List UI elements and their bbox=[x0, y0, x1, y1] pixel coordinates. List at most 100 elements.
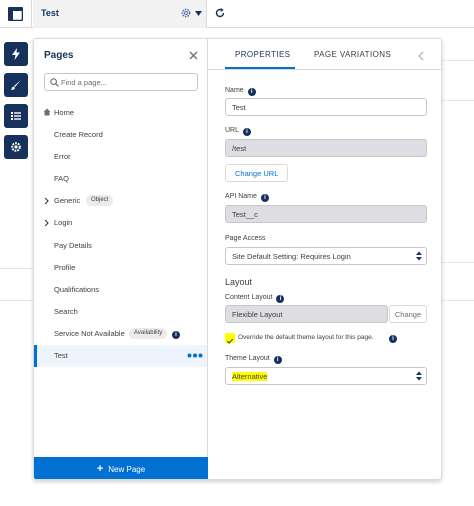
page-item-label: Service Not Available bbox=[54, 329, 125, 338]
pages-title: Pages bbox=[44, 50, 74, 61]
toolbar-divider bbox=[31, 0, 32, 28]
chevron-down-icon[interactable] bbox=[195, 11, 202, 16]
canvas-line bbox=[442, 262, 474, 263]
url-label: URL i bbox=[225, 127, 252, 136]
page-item-error[interactable]: Error bbox=[34, 146, 207, 168]
rail-components-button[interactable] bbox=[4, 42, 28, 66]
builder-rail bbox=[4, 42, 28, 166]
page-access-select[interactable]: Site Default Setting: Requires Login bbox=[225, 247, 427, 265]
search-icon bbox=[50, 78, 59, 87]
page-item-test[interactable]: Test bbox=[34, 345, 207, 367]
home-icon bbox=[43, 108, 51, 116]
current-page-title: Test bbox=[41, 8, 59, 18]
page-item-pay-details[interactable]: Pay Details bbox=[34, 235, 207, 257]
plus-icon: + bbox=[96, 462, 104, 475]
page-item-qualifications[interactable]: Qualifications bbox=[34, 279, 207, 301]
info-icon[interactable]: i bbox=[260, 194, 269, 202]
content-layout-label: Content Layout i bbox=[225, 294, 285, 303]
canvas-line bbox=[0, 268, 33, 269]
url-field: /test bbox=[225, 139, 427, 157]
brush-icon bbox=[11, 80, 21, 90]
page-item-label: Pay Details bbox=[54, 241, 92, 250]
active-tab-indicator bbox=[225, 67, 295, 69]
page-item-label: Home bbox=[54, 108, 75, 117]
page-item-generic[interactable]: Generic Object bbox=[34, 190, 207, 212]
page-item-label: Create Record bbox=[54, 130, 103, 139]
chevron-left-icon[interactable] bbox=[418, 51, 424, 61]
page-item-label: Test bbox=[54, 351, 68, 360]
rail-settings-button[interactable] bbox=[4, 135, 28, 159]
info-icon[interactable]: i bbox=[276, 295, 285, 303]
page-item-profile[interactable]: Profile bbox=[34, 257, 207, 279]
name-field[interactable]: Test bbox=[225, 98, 427, 116]
info-icon[interactable]: i bbox=[389, 335, 397, 343]
page-item-label: Login bbox=[54, 218, 73, 227]
chevron-right-icon[interactable] bbox=[44, 219, 49, 227]
content-layout-field: Flexible Layout bbox=[225, 305, 388, 323]
info-icon[interactable]: i bbox=[172, 331, 180, 339]
api-name-field: Test__c bbox=[225, 205, 427, 223]
page-access-label: Page Access bbox=[225, 235, 266, 242]
page-picker[interactable]: Test bbox=[33, 0, 207, 28]
new-page-label: New Page bbox=[108, 464, 146, 474]
settings-gear-icon bbox=[11, 142, 21, 152]
theme-layout-label-text: Theme Layout bbox=[225, 355, 270, 362]
rail-theme-button[interactable] bbox=[4, 73, 28, 97]
page-item-label: Error bbox=[54, 152, 71, 161]
list-icon bbox=[11, 112, 21, 120]
theme-layout-select[interactable]: Alternative bbox=[225, 367, 427, 385]
page-item-label: Generic bbox=[54, 196, 81, 205]
info-icon[interactable]: i bbox=[247, 88, 256, 96]
canvas-line bbox=[442, 100, 474, 101]
name-label: Name i bbox=[225, 87, 256, 96]
checkmark-icon bbox=[226, 338, 234, 344]
pages-popover: Pages Home Create Record Error FAQ bbox=[33, 38, 442, 480]
more-actions-icon[interactable] bbox=[187, 353, 203, 358]
page-item-home[interactable]: Home bbox=[34, 102, 207, 124]
gear-icon[interactable] bbox=[180, 7, 192, 19]
page-item-label: FAQ bbox=[54, 174, 70, 183]
override-label[interactable]: Override the default theme layout for th… bbox=[238, 334, 374, 341]
new-page-button[interactable]: + New Page bbox=[34, 457, 208, 479]
rail-structure-button[interactable] bbox=[4, 104, 28, 128]
page-item-service-not-available[interactable]: Service Not Available Availability i bbox=[34, 323, 207, 345]
override-checkbox[interactable] bbox=[225, 333, 235, 344]
select-arrows-icon bbox=[416, 371, 422, 381]
tab-page-variations[interactable]: PAGE VARIATIONS bbox=[314, 50, 391, 59]
availability-badge: Availability bbox=[129, 328, 168, 339]
select-arrows-icon bbox=[416, 251, 422, 261]
object-badge: Object bbox=[86, 195, 114, 206]
page-item-label: Profile bbox=[54, 263, 76, 272]
page-access-value: Site Default Setting: Requires Login bbox=[232, 252, 351, 261]
page-item-label: Qualifications bbox=[54, 285, 100, 294]
page-item-login[interactable]: Login bbox=[34, 212, 207, 234]
theme-layout-value: Alternative bbox=[232, 372, 268, 381]
refresh-icon[interactable] bbox=[214, 7, 226, 19]
properties-panel: PROPERTIES PAGE VARIATIONS Name i Test UR… bbox=[208, 39, 441, 479]
content-layout-label-text: Content Layout bbox=[225, 294, 273, 301]
info-icon[interactable]: i bbox=[243, 128, 252, 136]
layout-section-title: Layout bbox=[225, 277, 253, 287]
top-toolbar: Test bbox=[0, 0, 474, 28]
close-icon[interactable] bbox=[189, 51, 198, 60]
page-search-input[interactable] bbox=[61, 76, 191, 88]
name-label-text: Name bbox=[225, 87, 244, 94]
tab-properties[interactable]: PROPERTIES bbox=[235, 50, 290, 59]
url-label-text: URL bbox=[225, 127, 240, 134]
canvas-line bbox=[442, 60, 474, 61]
theme-layout-label: Theme Layout i bbox=[225, 355, 282, 364]
change-layout-button[interactable]: Change bbox=[389, 305, 427, 323]
change-url-button[interactable]: Change URL bbox=[225, 164, 289, 182]
api-name-label-text: API Name bbox=[225, 193, 257, 200]
canvas-line bbox=[0, 300, 33, 301]
app-layout-icon[interactable] bbox=[8, 7, 23, 21]
chevron-right-icon[interactable] bbox=[44, 197, 49, 205]
page-item-faq[interactable]: FAQ bbox=[34, 168, 207, 190]
page-search-box bbox=[44, 73, 198, 91]
canvas-line bbox=[442, 300, 474, 301]
pages-list-panel: Pages Home Create Record Error FAQ bbox=[34, 39, 208, 479]
page-item-search[interactable]: Search bbox=[34, 301, 207, 323]
page-item-label: Search bbox=[54, 307, 78, 316]
page-item-create-record[interactable]: Create Record bbox=[34, 124, 207, 146]
info-icon[interactable]: i bbox=[273, 356, 282, 364]
